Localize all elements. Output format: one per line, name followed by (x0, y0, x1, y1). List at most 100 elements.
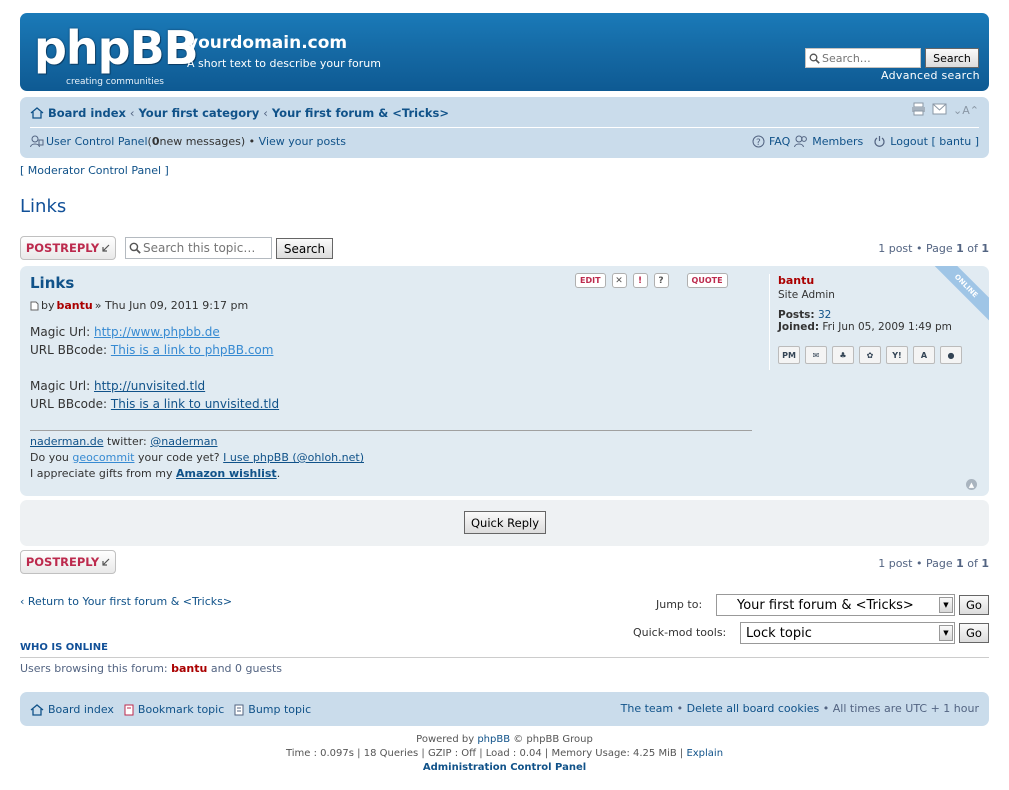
back-to-top-icon[interactable]: ▲ (966, 479, 977, 490)
explain-link[interactable]: Explain (686, 748, 723, 759)
pm-icon[interactable]: PM (778, 346, 800, 364)
jabber-icon[interactable]: ● (940, 346, 962, 364)
acp-line: Administration Control Panel (0, 761, 1009, 775)
quick-reply-button[interactable]: Quick Reply (464, 511, 546, 534)
faq-link[interactable]: FAQ (769, 135, 790, 148)
the-team-link[interactable]: The team (621, 702, 674, 715)
logo-subtitle: creating communities (66, 77, 164, 87)
sig-link-amazon[interactable]: Amazon wishlist (176, 467, 277, 480)
report-icon[interactable]: ! (632, 273, 648, 288)
page-title[interactable]: Links (20, 196, 66, 217)
timezone-text: All times are UTC + 1 hour (832, 702, 979, 715)
new-messages-count[interactable]: 0 (152, 135, 160, 148)
jump-to-select[interactable]: Your first forum & <Tricks> ▼ (716, 594, 955, 616)
quote-button[interactable]: QUOTE (686, 273, 728, 288)
page-tools: ⌄A⌃ (911, 102, 979, 119)
dropdown-arrow-icon: ▼ (939, 625, 953, 641)
post-icon[interactable] (30, 301, 39, 311)
footer-board-index-link[interactable]: Board index (48, 703, 114, 716)
signature: naderman.de twitter: @naderman Do you ge… (30, 434, 364, 482)
bbcode-url-link[interactable]: This is a link to phpBB.com (111, 343, 274, 357)
faq-icon: ? (752, 135, 765, 148)
site-title: yourdomain.com (187, 33, 348, 53)
quick-reply-panel: Quick Reply (20, 500, 989, 546)
header-search-input[interactable] (822, 51, 918, 65)
return-to-forum: ‹ Return to Your first forum & <Tricks> (20, 595, 232, 608)
home-icon (30, 703, 44, 716)
new-messages-label[interactable]: new messages) (159, 135, 245, 148)
bbcode-url-link[interactable]: This is a link to unvisited.tld (111, 397, 279, 411)
magic-url-link[interactable]: http://www.phpbb.de (94, 325, 220, 339)
logout-link[interactable]: Logout [ bantu ] (890, 135, 979, 148)
print-icon[interactable] (911, 102, 926, 119)
svg-text:?: ? (756, 138, 761, 148)
post-author-name[interactable]: bantu (57, 299, 93, 312)
who-is-online-divider (20, 657, 989, 658)
online-badge: ONLINE (931, 266, 989, 324)
post-reply-button-bottom[interactable]: POSTREPLY (20, 550, 116, 574)
content-line: URL BBcode: This is a link to unvisited.… (30, 395, 752, 413)
magic-url-link[interactable]: http://unvisited.tld (94, 379, 205, 393)
breadcrumb-board-index[interactable]: Board index (48, 106, 126, 120)
breadcrumb-forum[interactable]: Your first forum & <Tricks> (272, 106, 449, 120)
aim-icon[interactable]: A (913, 346, 935, 364)
topic-search-input[interactable] (141, 241, 266, 255)
user-control-panel-link[interactable]: User Control Panel (46, 135, 148, 148)
post-reply-button[interactable]: POSTREPLY (20, 236, 116, 260)
phpbb-link[interactable]: phpBB (477, 734, 510, 745)
icq-icon[interactable]: ✿ (859, 346, 881, 364)
quick-mod-select[interactable]: Lock topic ▼ (740, 622, 955, 644)
posts-count-link[interactable]: 32 (815, 309, 831, 321)
email-topic-icon[interactable] (932, 103, 947, 118)
reply-arrow-icon (102, 558, 110, 566)
bookmark-topic-link[interactable]: Bookmark topic (138, 703, 224, 716)
msn-icon[interactable]: ♣ (832, 346, 854, 364)
home-icon (30, 107, 44, 119)
jump-go-button[interactable]: Go (959, 595, 989, 615)
topic-search-button[interactable]: Search (276, 238, 333, 259)
admin-control-panel-link[interactable]: Administration Control Panel (423, 762, 586, 773)
advanced-search-link[interactable]: Advanced search (881, 69, 980, 82)
debug-info: Time : 0.097s | 18 Queries | GZIP : Off … (0, 747, 1009, 761)
post: Links EDIT ✕ ! ? QUOTE by bantu » Thu Ju… (20, 266, 989, 496)
header-search-button[interactable]: Search (925, 48, 979, 68)
content-label: Magic Url: (30, 325, 94, 339)
delete-icon[interactable]: ✕ (611, 273, 627, 288)
phpbb-logo[interactable]: phpBB creating communities (34, 21, 199, 87)
members-link[interactable]: Members (812, 135, 863, 148)
font-size-change-icon[interactable]: ⌄A⌃ (953, 104, 979, 117)
topic-search-field[interactable] (125, 237, 272, 259)
user-control-panel-icon (30, 135, 44, 148)
bookmark-icon (124, 704, 134, 716)
info-icon[interactable]: ? (653, 273, 669, 288)
users-browsing: Users browsing this forum: bantu and 0 g… (20, 662, 282, 675)
view-your-posts-link[interactable]: View your posts (259, 135, 346, 148)
contact-icons: PM ✉ ♣ ✿ Y! A ● (778, 346, 962, 364)
email-icon[interactable]: ✉ (805, 346, 827, 364)
sig-link-twitter[interactable]: @naderman (150, 435, 217, 448)
quick-mod-go-button[interactable]: Go (959, 623, 989, 643)
header-search-field[interactable] (805, 48, 921, 68)
sig-link-geocommit[interactable]: geocommit (72, 451, 134, 464)
content-label: URL BBcode: (30, 343, 111, 357)
edit-button[interactable]: EDIT (575, 273, 606, 288)
current-page: 1 (956, 557, 964, 570)
guests-count: and 0 guests (207, 662, 283, 675)
separator: • (673, 702, 687, 715)
return-to-forum-link[interactable]: Return to Your first forum & <Tricks> (28, 595, 232, 608)
powered-by-text: Powered by (416, 734, 478, 745)
post-title[interactable]: Links (30, 274, 74, 292)
online-user-link[interactable]: bantu (171, 662, 207, 675)
footer-right-links: The team • Delete all board cookies • Al… (621, 702, 979, 715)
sig-link-ohloh[interactable]: I use phpBB (@ohloh.net) (223, 451, 364, 464)
sig-link-naderman[interactable]: naderman.de (30, 435, 103, 448)
online-label: ONLINE (931, 266, 989, 324)
moderator-control-panel-link[interactable]: [ Moderator Control Panel ] (20, 164, 169, 177)
logout-icon (873, 135, 886, 148)
content-label: Magic Url: (30, 379, 94, 393)
breadcrumb-category[interactable]: Your first category (139, 106, 260, 120)
breadcrumb-separator-icon: ‹ (263, 106, 268, 120)
delete-cookies-link[interactable]: Delete all board cookies (687, 702, 820, 715)
bump-topic-link[interactable]: Bump topic (248, 703, 311, 716)
yahoo-icon[interactable]: Y! (886, 346, 908, 364)
